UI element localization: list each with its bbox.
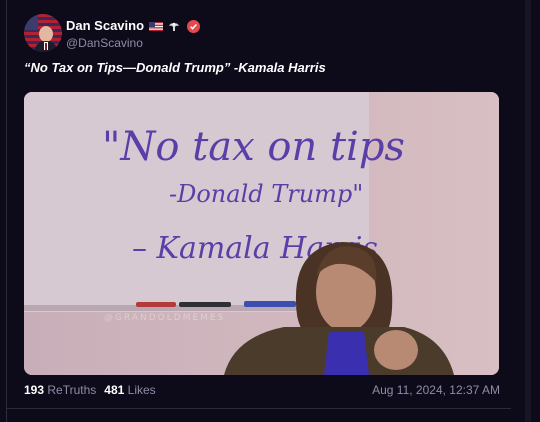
author-handle[interactable]: @DanScavino [66,36,143,50]
likes-stat[interactable]: 481 Likes [104,383,155,397]
post-stats: 193 ReTruths 481 Likes [24,383,156,397]
retruths-count: 193 [24,383,45,397]
author-avatar[interactable] [24,14,62,52]
scrollbar[interactable] [525,0,531,422]
blue-marker [244,301,296,307]
likes-count: 481 [104,383,125,397]
avatar-image [24,14,62,52]
post-timestamp[interactable]: Aug 11, 2024, 12:37 AM [372,383,500,397]
whiteboard-line-1: "No tax on tips [102,124,405,170]
author-name-text: Dan Scavino [66,18,145,33]
post-text: “No Tax on Tips—Donald Trump” -Kamala Ha… [24,60,326,75]
retruths-stat[interactable]: 193 ReTruths [24,383,96,397]
black-marker [179,302,231,307]
post-image[interactable]: "No tax on tips -Donald Trump" – Kamala … [24,92,499,375]
us-flag-icon [148,22,163,32]
eagle-icon [169,22,180,32]
post-divider [7,408,511,409]
retruths-label: ReTruths [47,383,97,397]
red-marker [136,302,176,307]
verified-badge-icon [186,20,200,34]
likes-label: Likes [127,383,156,397]
watermark: @GRANDOLDMEMES [104,313,225,323]
whiteboard-line-2: -Donald Trump" [169,180,363,208]
post-card[interactable]: Dan Scavino @DanScavino “No Tax on Tips—… [6,0,512,422]
author-display-name[interactable]: Dan Scavino [66,18,200,34]
post-image-graphic: "No tax on tips -Donald Trump" – Kamala … [24,92,499,375]
